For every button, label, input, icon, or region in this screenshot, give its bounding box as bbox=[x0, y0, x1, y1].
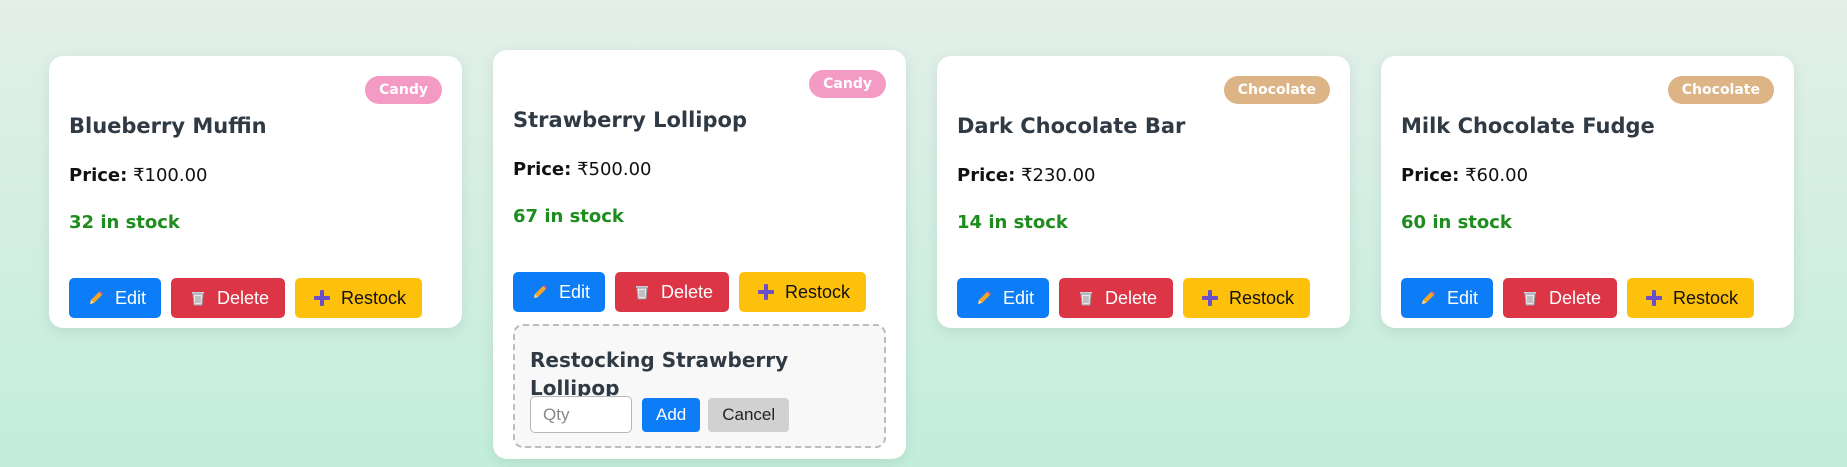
card-actions: Edit Delete Restock bbox=[513, 272, 886, 312]
add-button[interactable]: Add bbox=[642, 397, 701, 432]
price-label: Price: bbox=[1401, 165, 1460, 186]
product-card: Candy Strawberry Lollipop Price: ₹500.00… bbox=[493, 50, 906, 459]
price-label: Price: bbox=[69, 165, 128, 186]
category-badge: Chocolate bbox=[1223, 76, 1330, 104]
category-badge: Candy bbox=[809, 70, 886, 98]
trash-icon bbox=[1077, 289, 1095, 307]
product-card: Chocolate Dark Chocolate Bar Price: ₹230… bbox=[937, 56, 1350, 328]
restock-button[interactable]: Restock bbox=[1183, 278, 1310, 318]
product-card: Candy Blueberry Muffin Price: ₹100.00 32… bbox=[49, 56, 462, 328]
delete-label: Delete bbox=[661, 281, 714, 302]
edit-button[interactable]: Edit bbox=[957, 278, 1049, 318]
restock-label: Restock bbox=[1673, 287, 1739, 308]
edit-label: Edit bbox=[1003, 287, 1035, 308]
edit-label: Edit bbox=[559, 281, 591, 302]
restock-button[interactable]: Restock bbox=[1627, 278, 1754, 318]
delete-label: Delete bbox=[217, 287, 270, 308]
product-price: Price: ₹60.00 bbox=[1401, 164, 1774, 188]
product-price: Price: ₹500.00 bbox=[513, 158, 886, 182]
pencil-icon bbox=[1419, 289, 1437, 307]
restock-prefix: Restocking bbox=[530, 348, 655, 372]
restock-label: Restock bbox=[785, 281, 851, 302]
restock-button[interactable]: Restock bbox=[295, 278, 422, 318]
price-label: Price: bbox=[513, 159, 572, 180]
category-badge: Chocolate bbox=[1667, 76, 1774, 104]
price-value: ₹500.00 bbox=[577, 159, 652, 180]
product-price: Price: ₹100.00 bbox=[69, 164, 442, 188]
card-actions: Edit Delete Restock bbox=[1401, 278, 1774, 318]
product-name: Blueberry Muffin bbox=[69, 114, 267, 138]
plus-icon bbox=[313, 289, 331, 307]
edit-button[interactable]: Edit bbox=[69, 278, 161, 318]
plus-icon bbox=[757, 283, 775, 301]
restock-button[interactable]: Restock bbox=[739, 272, 866, 312]
delete-button[interactable]: Delete bbox=[1059, 278, 1173, 318]
product-name: Milk Chocolate Fudge bbox=[1401, 114, 1655, 138]
product-card: Chocolate Milk Chocolate Fudge Price: ₹6… bbox=[1381, 56, 1794, 328]
restock-controls: Add Cancel bbox=[530, 396, 869, 433]
qty-input[interactable] bbox=[530, 396, 632, 433]
edit-button[interactable]: Edit bbox=[1401, 278, 1493, 318]
trash-icon bbox=[1521, 289, 1539, 307]
card-actions: Edit Delete Restock bbox=[69, 278, 442, 318]
edit-label: Edit bbox=[1447, 287, 1479, 308]
card-actions: Edit Delete Restock bbox=[957, 278, 1330, 318]
pencil-icon bbox=[531, 283, 549, 301]
edit-button[interactable]: Edit bbox=[513, 272, 605, 312]
price-value: ₹100.00 bbox=[133, 165, 208, 186]
pencil-icon bbox=[87, 289, 105, 307]
pencil-icon bbox=[975, 289, 993, 307]
trash-icon bbox=[633, 283, 651, 301]
trash-icon bbox=[189, 289, 207, 307]
delete-button[interactable]: Delete bbox=[171, 278, 285, 318]
stock-count: 14 in stock bbox=[957, 212, 1068, 233]
plus-icon bbox=[1201, 289, 1219, 307]
restock-panel: Restocking Strawberry Lollipop Add Cance… bbox=[513, 324, 886, 448]
stock-count: 60 in stock bbox=[1401, 212, 1512, 233]
stock-count: 67 in stock bbox=[513, 206, 624, 227]
plus-icon bbox=[1645, 289, 1663, 307]
price-value: ₹230.00 bbox=[1021, 165, 1096, 186]
delete-button[interactable]: Delete bbox=[1503, 278, 1617, 318]
product-name: Dark Chocolate Bar bbox=[957, 114, 1186, 138]
category-badge: Candy bbox=[365, 76, 442, 104]
delete-label: Delete bbox=[1549, 287, 1602, 308]
price-label: Price: bbox=[957, 165, 1016, 186]
delete-label: Delete bbox=[1105, 287, 1158, 308]
product-grid: Candy Blueberry Muffin Price: ₹100.00 32… bbox=[0, 0, 1847, 467]
product-name: Strawberry Lollipop bbox=[513, 108, 747, 132]
delete-button[interactable]: Delete bbox=[615, 272, 729, 312]
restock-label: Restock bbox=[341, 287, 407, 308]
edit-label: Edit bbox=[115, 287, 147, 308]
product-price: Price: ₹230.00 bbox=[957, 164, 1330, 188]
stock-count: 32 in stock bbox=[69, 212, 180, 233]
restock-heading: Restocking Strawberry Lollipop bbox=[530, 346, 869, 400]
price-value: ₹60.00 bbox=[1465, 165, 1529, 186]
cancel-button[interactable]: Cancel bbox=[708, 397, 790, 432]
restock-label: Restock bbox=[1229, 287, 1295, 308]
